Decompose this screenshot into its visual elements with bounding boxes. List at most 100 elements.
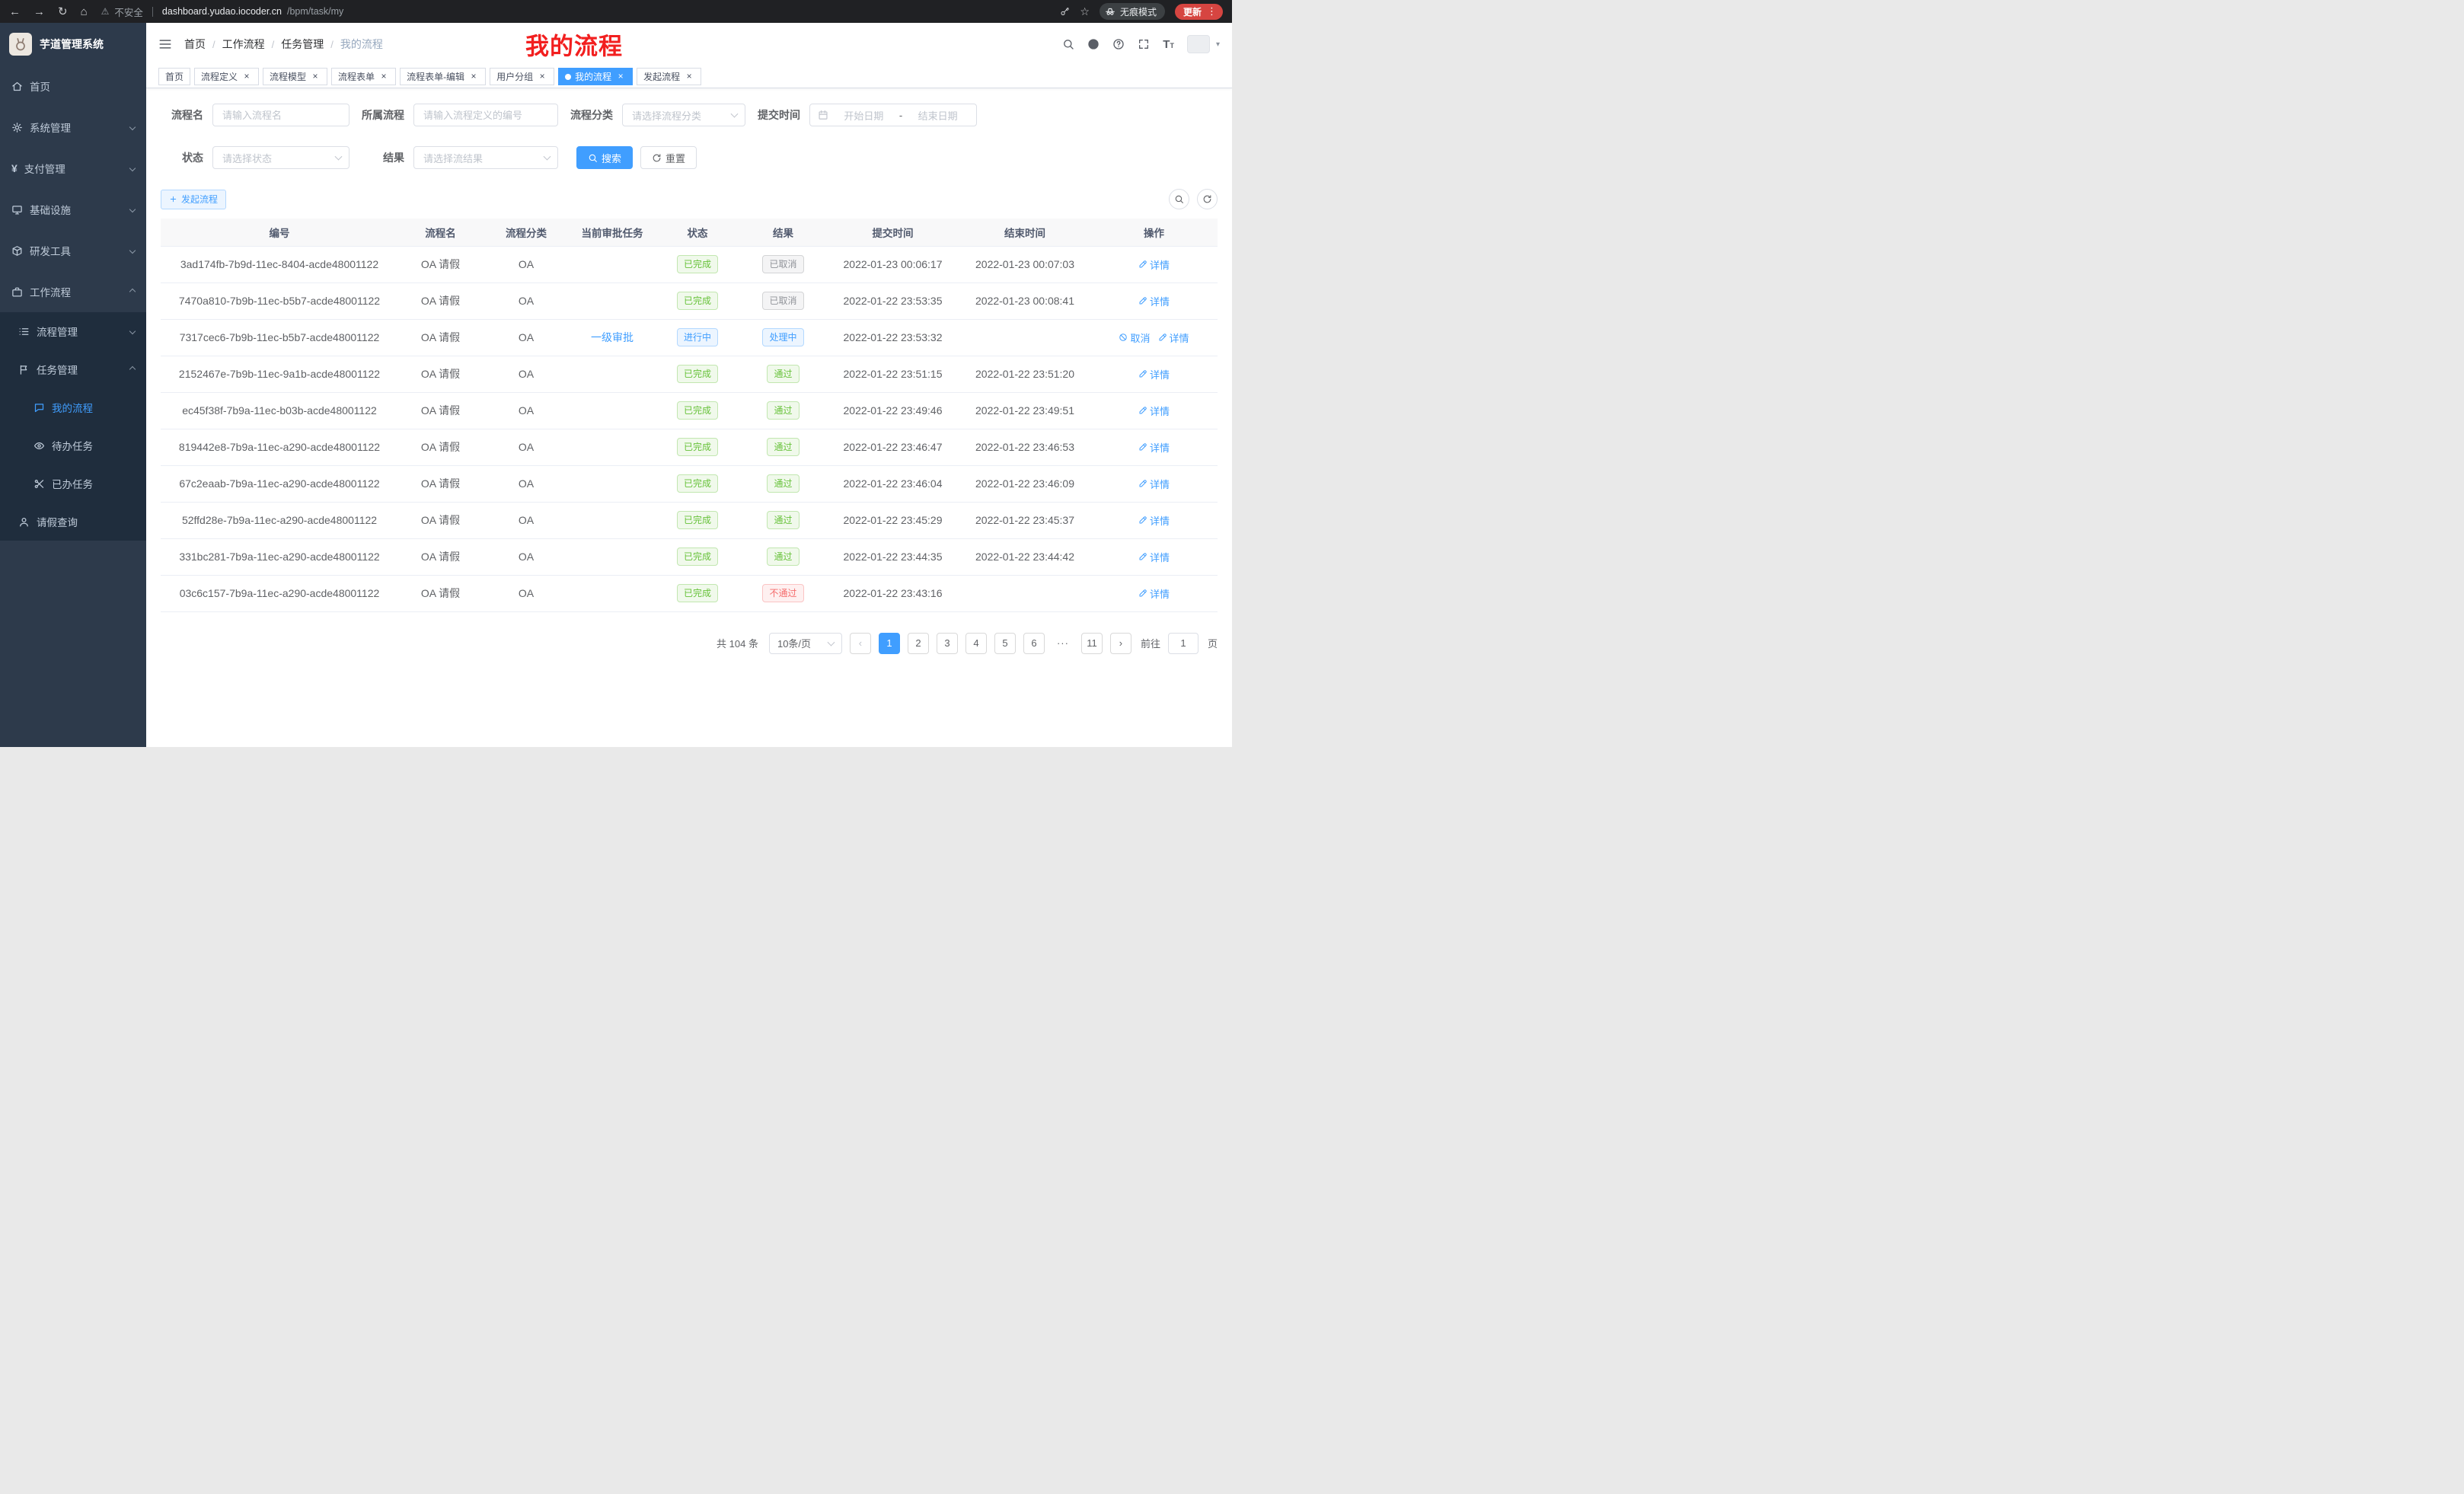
page-button-2[interactable]: 2 — [908, 633, 929, 654]
breadcrumb-item-task-management[interactable]: 任务管理 — [281, 37, 324, 52]
tab-close-icon[interactable]: × — [684, 72, 694, 82]
eye-icon — [34, 440, 45, 452]
sidebar-item-infrastructure[interactable]: 基础设施 — [0, 189, 146, 230]
detail-button[interactable]: 详情 — [1138, 477, 1170, 491]
sidebar-item-dev-tools[interactable]: 研发工具 — [0, 230, 146, 271]
page-button-3[interactable]: 3 — [937, 633, 958, 654]
cell-result: 通过 — [740, 356, 826, 392]
toolbar-search-button[interactable] — [1169, 189, 1189, 209]
prev-page-button[interactable]: ‹ — [850, 633, 871, 654]
help-icon[interactable] — [1112, 38, 1125, 50]
pager-ellipsis[interactable]: ··· — [1052, 633, 1074, 654]
incognito-badge: 无痕模式 — [1100, 3, 1165, 20]
detail-button[interactable]: 详情 — [1138, 367, 1170, 381]
sidebar-item-task-management[interactable]: 任务管理 — [0, 350, 146, 388]
tab-process-model[interactable]: 流程模型× — [263, 68, 327, 85]
edit-icon — [1138, 369, 1147, 378]
parent-process-input[interactable] — [413, 104, 558, 126]
page-button-6[interactable]: 6 — [1023, 633, 1045, 654]
sidebar-item-system-management[interactable]: 系统管理 — [0, 107, 146, 148]
detail-button[interactable]: 详情 — [1138, 586, 1170, 601]
key-icon[interactable] — [1060, 7, 1070, 17]
breadcrumb-item-workflow[interactable]: 工作流程 — [222, 37, 265, 52]
detail-button[interactable]: 详情 — [1138, 294, 1170, 308]
goto-label: 前往 — [1141, 636, 1160, 650]
font-size-icon[interactable]: TT — [1163, 39, 1174, 50]
result-select[interactable]: 请选择流结果 — [413, 146, 558, 169]
cell-actions: 详情 — [1090, 575, 1218, 611]
submit-time-range[interactable]: 开始日期 - 结束日期 — [809, 104, 977, 126]
status-select[interactable]: 请选择状态 — [212, 146, 349, 169]
tab-my-process[interactable]: 我的流程× — [558, 68, 633, 85]
cancel-button[interactable]: 取消 — [1119, 330, 1150, 345]
tab-close-icon[interactable]: × — [537, 72, 547, 82]
parent-process-label: 所属流程 — [362, 107, 413, 123]
edit-icon — [1138, 406, 1147, 415]
tab-user-group[interactable]: 用户分组× — [490, 68, 554, 85]
search-icon[interactable] — [1062, 38, 1074, 50]
current-task-link[interactable]: 一级审批 — [591, 331, 634, 343]
cell-submit-time: 2022-01-22 23:51:15 — [826, 356, 959, 392]
menu-toggle-icon[interactable] — [158, 37, 172, 51]
chevron-down-icon — [129, 165, 136, 171]
process-name-input[interactable] — [212, 104, 349, 126]
chevron-down-icon — [335, 153, 343, 161]
cell-status: 进行中 — [655, 319, 740, 356]
address-bar[interactable]: ⚠ 不安全 dashboard.yudao.iocoder.cn/bpm/tas… — [101, 5, 1061, 19]
detail-button[interactable]: 详情 — [1138, 550, 1170, 564]
page-button-4[interactable]: 4 — [965, 633, 987, 654]
sidebar-item-leave-query[interactable]: 请假查询 — [0, 503, 146, 541]
detail-button[interactable]: 详情 — [1158, 330, 1189, 345]
fullscreen-icon[interactable] — [1138, 38, 1150, 50]
bookmark-star-icon[interactable]: ☆ — [1080, 6, 1090, 17]
tab-close-icon[interactable]: × — [378, 72, 389, 82]
sidebar-item-todo-tasks[interactable]: 待办任务 — [0, 426, 146, 464]
sidebar-item-home[interactable]: 首页 — [0, 65, 146, 107]
app-logo[interactable]: 芋道管理系统 — [0, 23, 146, 65]
tab-process-form-edit[interactable]: 流程表单-编辑× — [400, 68, 486, 85]
tab-close-icon[interactable]: × — [615, 72, 626, 82]
back-icon[interactable]: ← — [9, 6, 21, 18]
tab-process-form[interactable]: 流程表单× — [331, 68, 396, 85]
forward-icon[interactable]: → — [34, 6, 45, 18]
toolbar-refresh-button[interactable] — [1197, 189, 1218, 209]
browser-menu-icon[interactable]: ⋮ — [1205, 5, 1219, 18]
page-size-select[interactable]: 10条/页 — [769, 633, 842, 654]
user-avatar[interactable] — [1187, 35, 1210, 53]
github-icon[interactable] — [1087, 38, 1100, 50]
column-header: 编号 — [161, 219, 398, 246]
tab-start-process[interactable]: 发起流程× — [637, 68, 701, 85]
detail-button[interactable]: 详情 — [1138, 404, 1170, 418]
reset-button[interactable]: 重置 — [640, 146, 697, 169]
status-badge: 已完成 — [677, 401, 718, 420]
start-process-button[interactable]: 发起流程 — [161, 190, 226, 209]
tab-home[interactable]: 首页 — [158, 68, 190, 85]
tab-close-icon[interactable]: × — [310, 72, 321, 82]
page-button-1[interactable]: 1 — [879, 633, 900, 654]
sidebar-item-payment-management[interactable]: ¥支付管理 — [0, 148, 146, 189]
page-button-11[interactable]: 11 — [1081, 633, 1103, 654]
category-select[interactable]: 请选择流程分类 — [622, 104, 745, 126]
breadcrumb-item-home[interactable]: 首页 — [184, 37, 206, 52]
detail-button[interactable]: 详情 — [1138, 440, 1170, 455]
cell-process-id: 819442e8-7b9a-11ec-a290-acde48001122 — [161, 429, 398, 465]
cell-process-name: OA 请假 — [398, 319, 483, 356]
tab-close-icon[interactable]: × — [468, 72, 479, 82]
browser-home-icon[interactable]: ⌂ — [81, 6, 88, 18]
detail-button[interactable]: 详情 — [1138, 257, 1170, 272]
sidebar-item-process-management[interactable]: 流程管理 — [0, 312, 146, 350]
page-button-5[interactable]: 5 — [994, 633, 1016, 654]
date-start-placeholder: 开始日期 — [833, 108, 895, 123]
sidebar-item-done-tasks[interactable]: 已办任务 — [0, 464, 146, 503]
goto-page-input[interactable] — [1168, 633, 1198, 654]
reload-icon[interactable]: ↻ — [58, 6, 68, 18]
next-page-button[interactable]: › — [1110, 633, 1131, 654]
sidebar-item-workflow[interactable]: 工作流程 — [0, 271, 146, 312]
search-button[interactable]: 搜索 — [576, 146, 633, 169]
tab-close-icon[interactable]: × — [241, 72, 252, 82]
update-button[interactable]: 更新 ⋮ — [1175, 4, 1223, 20]
detail-button[interactable]: 详情 — [1138, 513, 1170, 528]
cell-end-time: 2022-01-23 00:08:41 — [959, 283, 1090, 319]
tab-process-definition[interactable]: 流程定义× — [194, 68, 259, 85]
sidebar-item-my-process[interactable]: 我的流程 — [0, 388, 146, 426]
